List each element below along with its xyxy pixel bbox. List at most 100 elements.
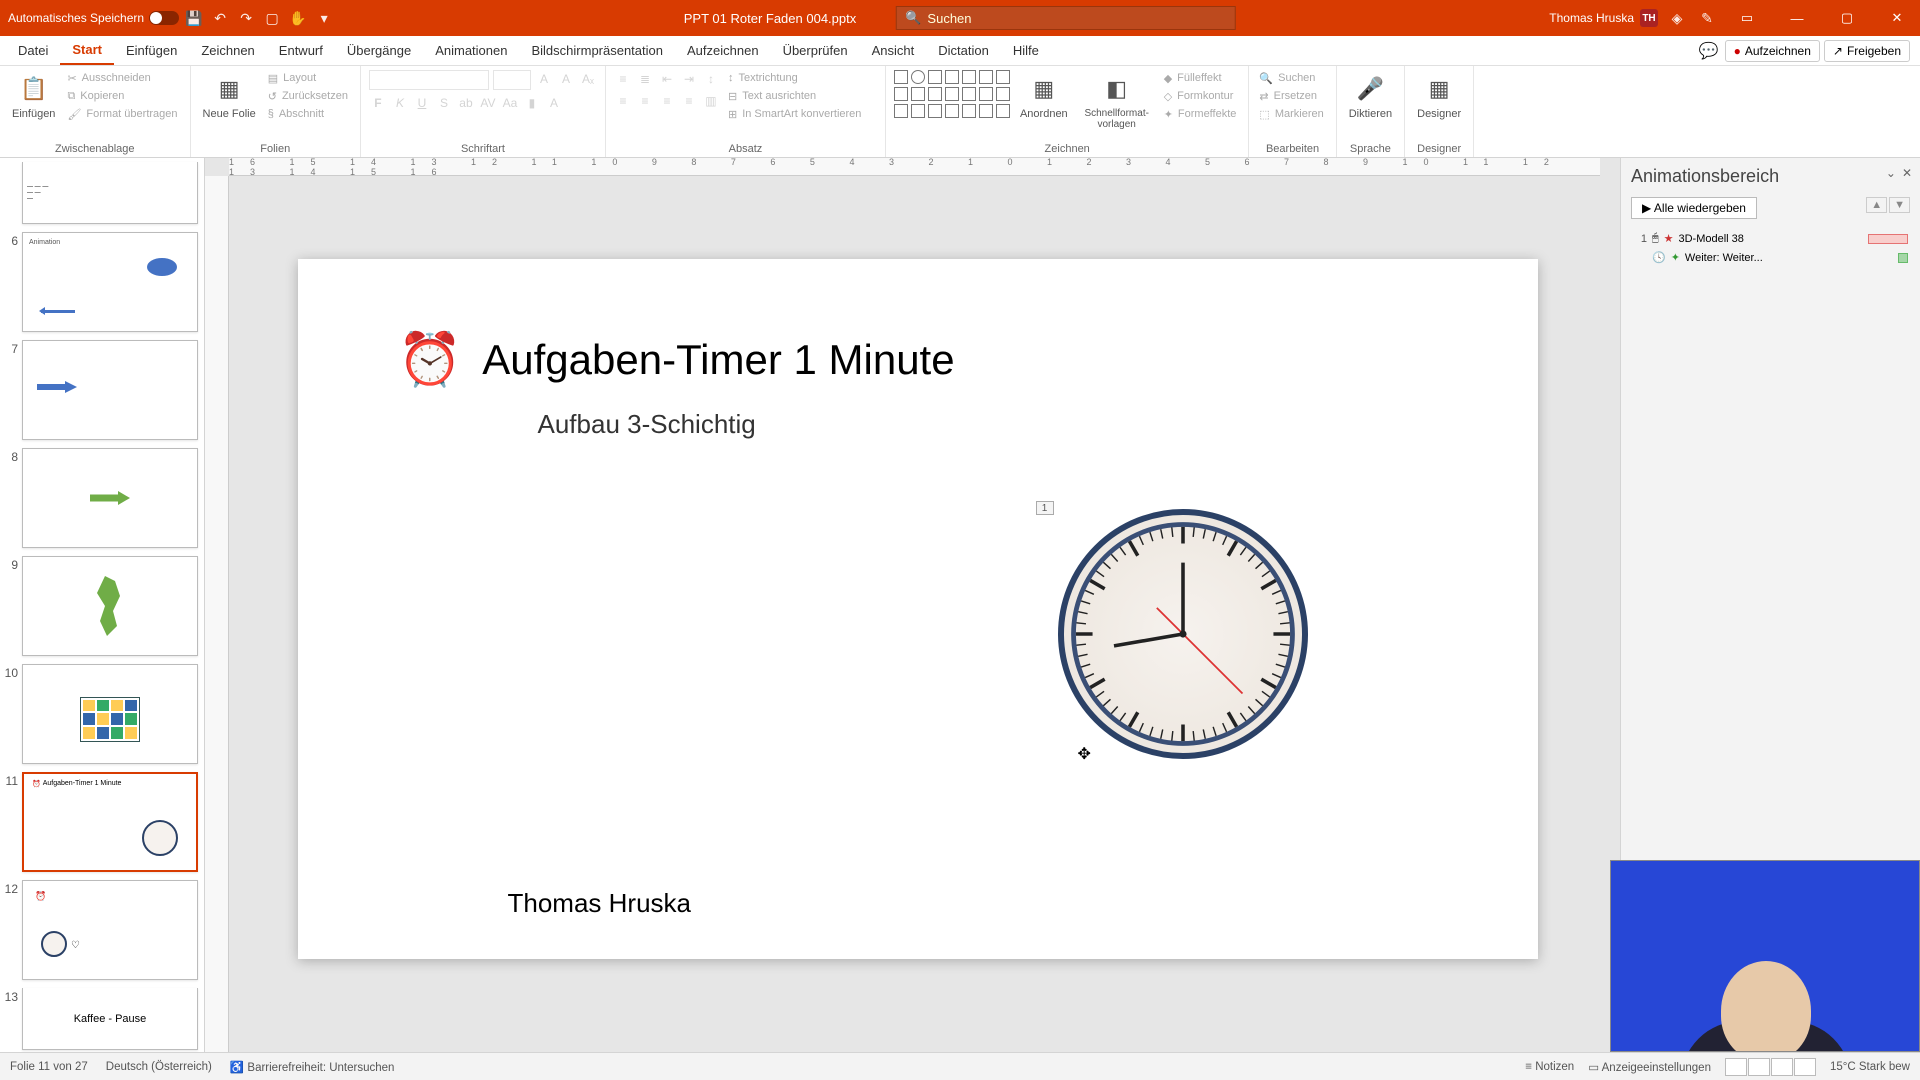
touch-icon[interactable]: ✋ (287, 7, 309, 29)
ruler-horizontal[interactable]: 16 15 14 13 12 11 10 9 8 7 6 5 4 3 2 1 0… (229, 158, 1600, 176)
arrange-button[interactable]: ▦ Anordnen (1016, 70, 1072, 122)
tab-uebergaenge[interactable]: Übergänge (335, 36, 423, 65)
search-box[interactable]: 🔍 Suchen (896, 6, 1236, 30)
font-size-input[interactable] (493, 70, 531, 90)
tab-aufzeichnen[interactable]: Aufzeichnen (675, 36, 771, 65)
slide-canvas[interactable]: ⏰ Aufgaben-Timer 1 Minute Aufbau 3-Schic… (298, 259, 1538, 959)
ribbon-options-icon[interactable]: ▭ (1726, 0, 1768, 36)
tab-einfuegen[interactable]: Einfügen (114, 36, 189, 65)
tab-praesentation[interactable]: Bildschirmpräsentation (519, 36, 675, 65)
bold-icon[interactable]: F (369, 94, 387, 112)
new-slide-button[interactable]: ▦ Neue Folie (199, 70, 260, 122)
undo-icon[interactable]: ↶ (209, 7, 231, 29)
underline-icon[interactable]: U (413, 94, 431, 112)
autosave-toggle[interactable]: Automatisches Speichern (8, 11, 179, 25)
minimize-icon[interactable]: — (1776, 0, 1818, 36)
user-account[interactable]: Thomas Hruska TH (1549, 9, 1658, 27)
tab-ansicht[interactable]: Ansicht (860, 36, 927, 65)
anim-item-2[interactable]: 🕓 ✦ Weiter: Weiter... (1631, 248, 1910, 267)
weather-tray[interactable]: 15°C Stark bew (1830, 1061, 1910, 1073)
outdent-icon[interactable]: ⇤ (658, 70, 676, 88)
tab-hilfe[interactable]: Hilfe (1001, 36, 1051, 65)
close-icon[interactable]: ✕ (1876, 0, 1918, 36)
indent-icon[interactable]: ⇥ (680, 70, 698, 88)
align-right-icon[interactable]: ≡ (658, 92, 676, 110)
play-all-button[interactable]: ▶ Alle wiedergeben (1631, 197, 1757, 219)
slide-thumb-9[interactable] (22, 556, 198, 656)
numbering-icon[interactable]: ≣ (636, 70, 654, 88)
case-icon[interactable]: Aa (501, 94, 519, 112)
tab-start[interactable]: Start (60, 36, 114, 65)
share-button[interactable]: ↗Freigeben (1824, 40, 1910, 62)
reset-button[interactable]: ↺ Zurücksetzen (266, 88, 352, 104)
tab-datei[interactable]: Datei (6, 36, 60, 65)
columns-icon[interactable]: ▥ (702, 92, 720, 110)
shape-outline-button[interactable]: ◇ Formkontur (1162, 88, 1241, 104)
slide-author[interactable]: Thomas Hruska (508, 888, 692, 919)
format-painter-button[interactable]: 🖌 Format übertragen (65, 106, 181, 122)
animpane-close-icon[interactable]: ✕ (1902, 166, 1912, 180)
designer-button[interactable]: ▦ Designer (1413, 70, 1465, 122)
pen-icon[interactable]: ✎ (1696, 7, 1718, 29)
display-settings-button[interactable]: ▭ Anzeigeeinstellungen (1588, 1060, 1711, 1074)
filename[interactable]: PPT 01 Roter Faden 004.pptx (684, 11, 856, 26)
bullets-icon[interactable]: ≡ (614, 70, 632, 88)
highlight-icon[interactable]: ▮ (523, 94, 541, 112)
qat-more-icon[interactable]: ▾ (313, 7, 335, 29)
italic-icon[interactable]: K (391, 94, 409, 112)
slide-panel[interactable]: — — —— —— 6Animation 7 8 9 10 11⏰Aufgabe… (0, 158, 205, 1052)
tab-animationen[interactable]: Animationen (423, 36, 519, 65)
line-spacing-icon[interactable]: ↕ (702, 70, 720, 88)
font-family-input[interactable] (369, 70, 489, 90)
grow-font-icon[interactable]: A (535, 70, 553, 88)
slide-thumb-7[interactable] (22, 340, 198, 440)
select-button[interactable]: ⬚ Markieren (1257, 106, 1327, 122)
toggle-switch[interactable] (149, 11, 179, 25)
present-icon[interactable]: ▢ (261, 7, 283, 29)
record-button[interactable]: ●Aufzeichnen (1725, 40, 1820, 62)
view-buttons[interactable] (1725, 1058, 1816, 1076)
shapes-gallery[interactable] (894, 70, 1010, 118)
slide-thumb-11[interactable]: ⏰Aufgaben-Timer 1 Minute (22, 772, 198, 872)
animpane-options-icon[interactable]: ⌄ (1886, 166, 1896, 180)
smartart-button[interactable]: ⊞ In SmartArt konvertieren (726, 106, 865, 122)
tab-ueberpruefen[interactable]: Überprüfen (771, 36, 860, 65)
copy-button[interactable]: ⧉ Kopieren (65, 88, 181, 104)
move-up-icon[interactable]: ▲ (1866, 197, 1887, 213)
paste-button[interactable]: 📋 Einfügen (8, 70, 59, 122)
find-button[interactable]: 🔍 Suchen (1257, 70, 1327, 86)
slide-counter[interactable]: Folie 11 von 27 (10, 1061, 88, 1073)
quick-styles-button[interactable]: ◧ Schnellformat-vorlagen (1078, 70, 1156, 132)
spacing-icon[interactable]: AV (479, 94, 497, 112)
accessibility-status[interactable]: ♿ Barrierefreiheit: Untersuchen (230, 1060, 395, 1074)
anim-item-1[interactable]: 1 🖱 ★ 3D-Modell 38 (1631, 229, 1910, 248)
notes-button[interactable]: ≡ Notizen (1525, 1061, 1574, 1073)
maximize-icon[interactable]: ▢ (1826, 0, 1868, 36)
slide-thumb-5[interactable]: — — —— —— (22, 162, 198, 224)
redo-icon[interactable]: ↷ (235, 7, 257, 29)
shrink-font-icon[interactable]: A (557, 70, 575, 88)
shadow-icon[interactable]: ab (457, 94, 475, 112)
slide-thumb-13[interactable]: Kaffee - Pause (22, 988, 198, 1050)
dictate-button[interactable]: 🎤 Diktieren (1345, 70, 1396, 122)
language-status[interactable]: Deutsch (Österreich) (106, 1061, 212, 1073)
justify-icon[interactable]: ≡ (680, 92, 698, 110)
diamond-icon[interactable]: ◈ (1666, 7, 1688, 29)
save-icon[interactable]: 💾 (183, 7, 205, 29)
text-direction-button[interactable]: ↕ Textrichtung (726, 70, 865, 86)
section-button[interactable]: § Abschnitt (266, 106, 352, 122)
slide-subtitle[interactable]: Aufbau 3-Schichtig (538, 409, 756, 440)
slide-thumb-8[interactable] (22, 448, 198, 548)
clock-object[interactable]: 1 (1058, 509, 1308, 764)
font-color-icon[interactable]: A (545, 94, 563, 112)
slide-title[interactable]: Aufgaben-Timer 1 Minute (482, 336, 954, 384)
slide-thumb-12[interactable]: ⏰♡ (22, 880, 198, 980)
layout-button[interactable]: ▤ Layout (266, 70, 352, 86)
ruler-vertical[interactable] (205, 176, 229, 1052)
tab-entwurf[interactable]: Entwurf (267, 36, 335, 65)
shape-effects-button[interactable]: ✦ Formeffekte (1162, 106, 1241, 122)
tab-zeichnen[interactable]: Zeichnen (189, 36, 266, 65)
slide-thumb-10[interactable] (22, 664, 198, 764)
replace-button[interactable]: ⇄ Ersetzen (1257, 88, 1327, 104)
align-text-button[interactable]: ⊟ Text ausrichten (726, 88, 865, 104)
